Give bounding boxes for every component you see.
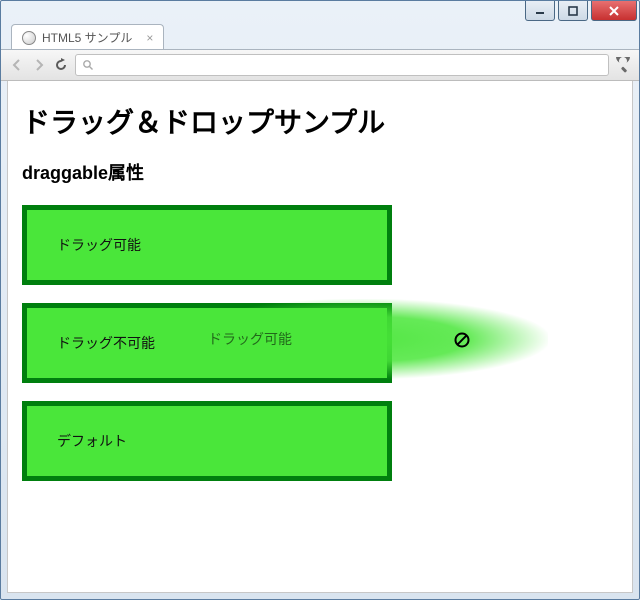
- window-titlebar: [1, 1, 639, 23]
- browser-tab[interactable]: HTML5 サンプル ×: [11, 24, 164, 49]
- page-content: ドラッグ＆ドロップサンプル draggable属性 ドラッグ可能 ドラッグ不可能…: [8, 81, 632, 592]
- window-close-button[interactable]: [591, 1, 637, 21]
- address-bar[interactable]: [75, 54, 609, 76]
- settings-wrench-icon[interactable]: [615, 57, 631, 73]
- browser-window: HTML5 サンプル × ドラッグ＆ドロップサンプル draggable属性: [0, 0, 640, 600]
- viewport: ドラッグ＆ドロップサンプル draggable属性 ドラッグ可能 ドラッグ不可能…: [7, 81, 633, 593]
- reload-button[interactable]: [53, 57, 69, 73]
- window-minimize-button[interactable]: [525, 1, 555, 21]
- search-icon: [82, 59, 94, 71]
- back-button[interactable]: [9, 57, 25, 73]
- no-drop-cursor-icon: [453, 331, 471, 349]
- page-title: ドラッグ＆ドロップサンプル: [22, 101, 618, 141]
- non-draggable-box[interactable]: ドラッグ不可能: [22, 303, 392, 383]
- browser-toolbar: [1, 49, 639, 81]
- window-maximize-button[interactable]: [558, 1, 588, 21]
- box-label: ドラッグ可能: [57, 235, 141, 255]
- box-label: デフォルト: [57, 431, 127, 451]
- box-label: ドラッグ不可能: [57, 333, 155, 353]
- browser-tabstrip: HTML5 サンプル ×: [1, 23, 639, 49]
- tab-title: HTML5 サンプル: [42, 29, 132, 46]
- draggable-box[interactable]: ドラッグ可能: [22, 205, 392, 285]
- tab-close-icon[interactable]: ×: [146, 31, 153, 45]
- globe-icon: [22, 31, 36, 45]
- section-title: draggable属性: [22, 159, 618, 185]
- forward-button[interactable]: [31, 57, 47, 73]
- default-box[interactable]: デフォルト: [22, 401, 392, 481]
